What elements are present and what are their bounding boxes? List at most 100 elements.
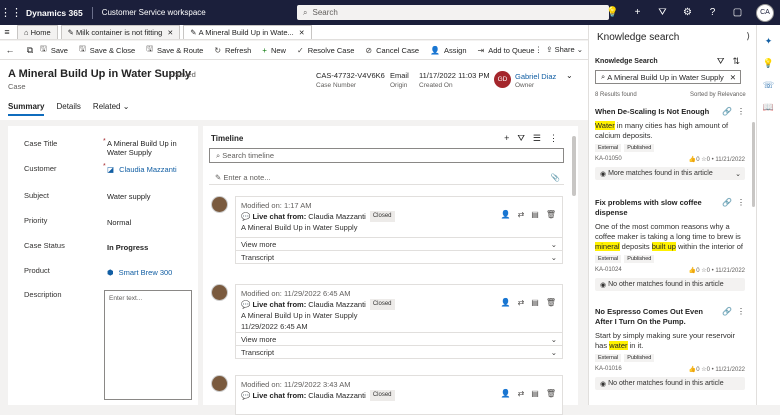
refresh-button[interactable]: ↻ Refresh <box>214 46 251 55</box>
status-field[interactable]: In Progress <box>107 243 148 252</box>
assign-icon[interactable]: 👤 <box>501 389 511 398</box>
more-icon[interactable]: ⋮ <box>549 133 558 144</box>
assign-icon[interactable]: 👤 <box>501 298 511 307</box>
knowledge-icon[interactable]: 📖 <box>757 102 780 113</box>
more-icon[interactable]: ⋮ <box>737 107 745 116</box>
product-field[interactable]: ⬢ Smart Brew 300 <box>107 268 172 277</box>
attachment-icon[interactable]: 📎 <box>551 173 560 182</box>
customer-field[interactable]: ◪ Claudia Mazzanti <box>107 165 177 174</box>
back-icon[interactable]: ← <box>0 45 20 55</box>
link-icon[interactable]: 🔗 <box>722 307 732 316</box>
open-icon[interactable]: ▤ <box>531 389 539 398</box>
chat-icon[interactable]: ▢ <box>725 7 750 18</box>
transcript-toggle[interactable]: Transcript ⌄ <box>236 345 562 358</box>
tab-details[interactable]: Details <box>56 102 80 116</box>
assign-icon[interactable]: 👤 <box>501 210 511 219</box>
more-icon[interactable]: ⋮ <box>535 45 547 54</box>
list-icon[interactable]: ☰ <box>533 133 541 144</box>
customer-link[interactable]: Claudia Mazzanti <box>119 165 177 174</box>
timeline-card[interactable]: Modified on: 11/29/2022 3:43 AM 💬 Live c… <box>235 375 563 415</box>
tab-milk-container[interactable]: ✎ Milk container is not fitting ✕ <box>60 25 181 39</box>
timeline-card[interactable]: Modified on: 11/29/2022 6:45 AM 💬 Live c… <box>235 284 563 359</box>
scrollbar-thumb[interactable] <box>572 136 576 196</box>
knowledge-scrollbar[interactable] <box>752 122 755 207</box>
transcript-toggle[interactable]: Transcript ⌄ <box>236 250 562 263</box>
lightbulb-icon[interactable]: 💡 <box>600 7 625 18</box>
tab-mineral-build-up[interactable]: ✎ A Mineral Build Up in Wate... ✕ <box>183 25 312 39</box>
app-launcher-icon[interactable]: ⋮⋮ <box>0 6 22 19</box>
save-route-button[interactable]: 🖫 Save & Route <box>146 43 203 57</box>
plus-icon[interactable]: + <box>625 7 650 18</box>
search-placeholder: Search <box>312 8 338 17</box>
priority-field[interactable]: Normal <box>107 218 131 227</box>
clear-icon[interactable]: ✕ <box>730 73 736 82</box>
sort-icon[interactable]: ⇅ <box>732 56 740 67</box>
close-icon[interactable]: ✕ <box>167 29 173 37</box>
knowledge-article[interactable]: No Espresso Comes Out Even After I Turn … <box>595 307 745 390</box>
add-to-queue-button[interactable]: ⇥ Add to Queue <box>478 46 535 55</box>
timeline-search-input[interactable]: ⌕ Search timeline <box>209 148 564 163</box>
activity-from[interactable]: Claudia Mazzanti <box>308 299 366 310</box>
more-icon[interactable]: ⋮ <box>737 198 745 207</box>
activity-from[interactable]: Claudia Mazzanti <box>308 390 366 401</box>
filter-icon[interactable]: ⛛ <box>650 7 675 18</box>
article-title[interactable]: Fix problems with slow coffee dispense <box>595 198 713 218</box>
subject-field[interactable]: Water supply <box>107 192 151 201</box>
hamburger-icon[interactable]: ≡ <box>0 25 14 39</box>
delete-icon[interactable]: 🗑 <box>546 210 556 219</box>
chevron-down-icon[interactable]: ⌄ <box>566 71 573 80</box>
resolve-case-button[interactable]: ✓ Resolve Case <box>297 46 354 55</box>
knowledge-search-input[interactable]: ⌕ A Mineral Build Up in Water Supply ✕ <box>595 70 741 84</box>
assign-button[interactable]: 👤 Assign <box>430 46 466 55</box>
user-avatar[interactable]: CA <box>756 3 774 22</box>
link-icon[interactable]: ⇄ <box>518 298 525 307</box>
plus-icon[interactable]: + <box>504 133 509 144</box>
link-icon[interactable]: 🔗 <box>722 107 732 116</box>
knowledge-article[interactable]: When De-Scaling Is Not Enough 🔗 ⋮ Water i… <box>595 107 745 180</box>
delete-icon[interactable]: 🗑 <box>546 298 556 307</box>
save-button[interactable]: 🖫 Save <box>40 43 68 57</box>
note-input[interactable]: ✎ Enter a note... 📎 <box>209 170 564 185</box>
share-button[interactable]: ⋮ ⇪ Share ⌄ <box>535 45 583 54</box>
more-icon[interactable]: ⋮ <box>737 307 745 316</box>
close-icon[interactable]: ✕ <box>299 29 305 37</box>
view-more-toggle[interactable]: View more ⌄ <box>236 237 562 250</box>
description-textarea[interactable]: Enter text... <box>104 290 192 400</box>
open-icon[interactable]: ▤ <box>531 298 539 307</box>
knowledge-article[interactable]: Fix problems with slow coffee dispense 🔗… <box>595 198 745 291</box>
case-title-field[interactable]: A Mineral Build Up in Water Supply <box>107 139 198 157</box>
link-icon[interactable]: ⇄ <box>518 389 525 398</box>
article-title[interactable]: When De-Scaling Is Not Enough <box>595 107 713 117</box>
tab-summary[interactable]: Summary <box>8 102 45 116</box>
brand-name[interactable]: Dynamics 365 <box>26 8 83 18</box>
knowledge-panel-title: Knowledge search <box>597 32 680 43</box>
collapse-icon[interactable]: ⟩ <box>746 31 750 42</box>
new-button[interactable]: + New <box>262 46 286 55</box>
delete-icon[interactable]: 🗑 <box>546 389 556 398</box>
save-close-button[interactable]: 🖫 Save & Close <box>79 43 135 57</box>
timeline-card[interactable]: Modified on: 1:17 AM 💬 Live chat from: C… <box>235 196 563 264</box>
help-icon[interactable]: ? <box>700 7 725 18</box>
owner-link[interactable]: Gabriel Diaz <box>515 72 556 81</box>
settings-icon[interactable]: ⚙ <box>675 7 700 18</box>
article-title[interactable]: No Espresso Comes Out Even After I Turn … <box>595 307 713 327</box>
cancel-case-button[interactable]: ⊘ Cancel Case <box>365 46 419 55</box>
link-icon[interactable]: 🔗 <box>722 198 732 207</box>
phone-icon[interactable]: ☏ <box>757 80 780 91</box>
filter-icon[interactable]: ⛛ <box>717 56 725 67</box>
filter-icon[interactable]: ⛛ <box>517 133 525 144</box>
timeline-scrollbar[interactable] <box>570 126 578 405</box>
product-link[interactable]: Smart Brew 300 <box>119 268 173 277</box>
matches-toggle[interactable]: ◉ More matches found in this article ⌄ <box>595 167 745 180</box>
tab-home[interactable]: ⌂ Home <box>17 25 58 39</box>
global-search-input[interactable]: ⌕ Search <box>297 5 609 20</box>
link-icon[interactable]: ⇄ <box>518 210 525 219</box>
popout-icon[interactable]: ⧉ <box>20 45 40 56</box>
smart-assist-icon[interactable]: ✦ <box>757 36 780 47</box>
view-more-toggle[interactable]: View more ⌄ <box>236 332 562 345</box>
activity-from[interactable]: Claudia Mazzanti <box>308 211 366 222</box>
open-icon[interactable]: ▤ <box>531 210 539 219</box>
app-name[interactable]: Customer Service workspace <box>102 8 206 17</box>
lightbulb-icon[interactable]: 💡 <box>757 58 780 69</box>
tab-related[interactable]: Related ⌄ <box>93 102 130 116</box>
